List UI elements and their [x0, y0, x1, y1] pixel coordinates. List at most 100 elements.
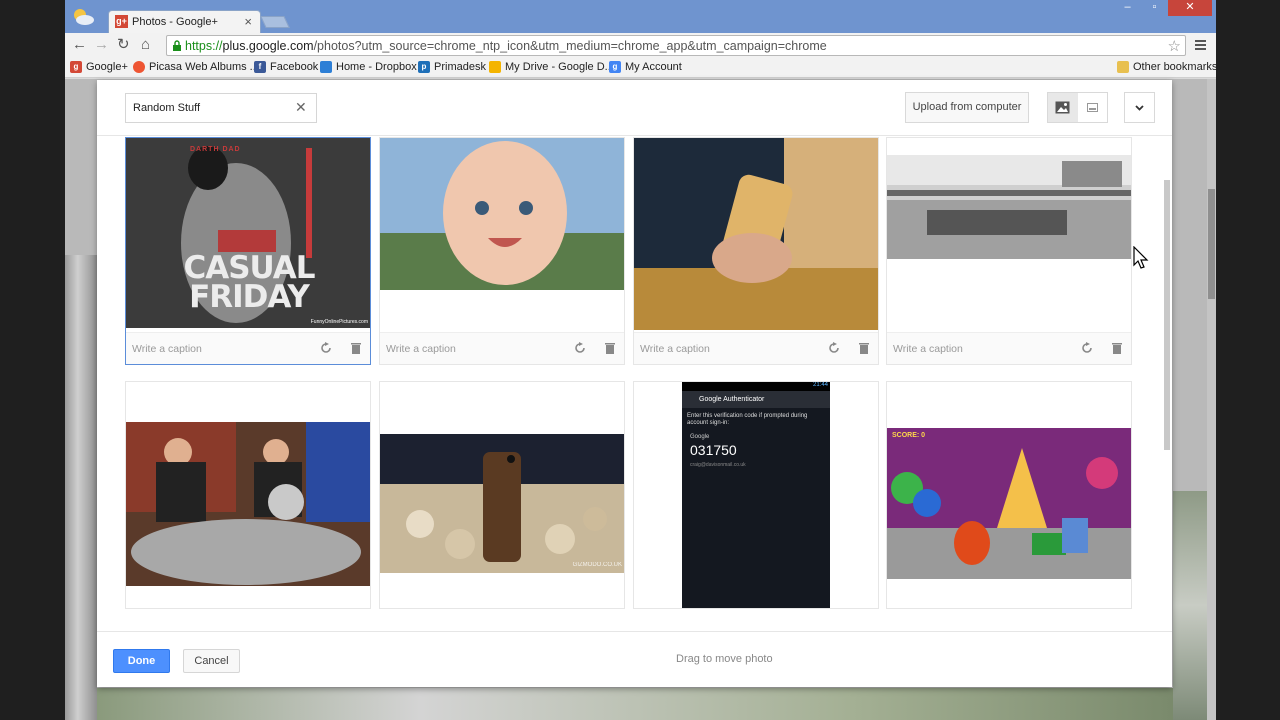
bookmark-item[interactable]: Home - Dropbox — [320, 61, 417, 73]
trash-icon[interactable] — [605, 342, 615, 354]
caption-bar: Write a caption — [634, 332, 878, 364]
photo-card[interactable]: DARTH DAD CASUAL FRIDAY FunnyOnlinePictu… — [125, 137, 371, 365]
photo-thumbnail[interactable] — [126, 422, 370, 586]
photo-text: FunnyOnlinePictures.com — [310, 319, 368, 325]
bookmark-item[interactable]: g My Account — [609, 61, 682, 73]
photo-thumbnail[interactable]: DARTH DAD CASUAL FRIDAY FunnyOnlinePictu… — [126, 138, 370, 328]
dialog-footer: Done Cancel Drag to move photo — [97, 631, 1172, 687]
drag-hint: Drag to move photo — [676, 653, 773, 665]
rotate-icon[interactable] — [574, 342, 586, 354]
account-label: Google — [690, 434, 710, 440]
bookmarks-bar: g Google+ Picasa Web Albums ... f Facebook… — [65, 58, 1217, 78]
photo-thumbnail[interactable]: 21:44 Google Authenticator Enter this ve… — [682, 382, 830, 608]
caption-input[interactable]: Write a caption — [640, 343, 710, 355]
background-photo — [97, 688, 1173, 720]
rotate-icon[interactable] — [828, 342, 840, 354]
weather-icon — [74, 9, 94, 25]
photo-card[interactable]: Write a caption — [886, 137, 1132, 365]
photo-card[interactable]: 21:44 Google Authenticator Enter this ve… — [633, 381, 879, 609]
address-bar[interactable]: https://plus.google.com/photos?utm_sourc… — [166, 35, 1186, 56]
dropbox-icon — [320, 61, 332, 73]
tab-title: Photos - Google+ — [132, 16, 218, 28]
done-button[interactable]: Done — [113, 649, 170, 673]
title-bar: g+ Photos - Google+ × – ▫ ✕ — [65, 0, 1216, 33]
back-icon[interactable]: ← — [72, 37, 87, 53]
google-plus-icon: g — [70, 61, 82, 73]
background-photo — [65, 255, 97, 720]
bookmark-star-icon[interactable]: ☆ — [1168, 37, 1181, 55]
bookmark-item[interactable]: p Primadesk — [418, 61, 486, 73]
bookmark-item[interactable]: g Google+ — [70, 61, 128, 73]
photo-thumbnail[interactable] — [380, 138, 624, 290]
rotate-icon[interactable] — [320, 342, 332, 354]
folder-icon — [1117, 61, 1129, 73]
photo-text: CASUAL FRIDAY — [183, 250, 315, 315]
caption-input[interactable]: Write a caption — [386, 343, 456, 355]
facebook-icon: f — [254, 61, 266, 73]
app-bar: Google Authenticator — [682, 391, 830, 408]
photo-card[interactable]: SCORE: 0 — [886, 381, 1132, 609]
verification-code: 031750 — [690, 442, 737, 458]
dialog-scrollbar[interactable] — [1162, 137, 1172, 631]
picasa-icon — [133, 61, 145, 73]
photo-card[interactable] — [125, 381, 371, 609]
home-icon[interactable]: ⌂ — [141, 37, 150, 53]
photo-card[interactable]: Write a caption — [633, 137, 879, 365]
trash-icon[interactable] — [351, 342, 361, 354]
lock-icon — [173, 40, 181, 51]
view-toggle — [1047, 92, 1108, 123]
url-text: https://plus.google.com/photos?utm_sourc… — [185, 39, 827, 53]
caption-bar: Write a caption — [887, 332, 1131, 364]
scrollbar-thumb[interactable] — [1164, 180, 1170, 450]
caption-input[interactable]: Write a caption — [132, 343, 202, 355]
page-scrollbar[interactable] — [1207, 79, 1216, 720]
primadesk-icon: p — [418, 61, 430, 73]
more-options-button[interactable] — [1124, 92, 1155, 123]
account-email: craig@davisonmail.co.uk — [690, 462, 746, 468]
reload-icon[interactable]: ↻ — [117, 37, 130, 53]
photo-thumbnail[interactable] — [887, 155, 1131, 259]
cancel-button[interactable]: Cancel — [183, 649, 240, 673]
photo-text: GIZMODO.CO.UK — [572, 562, 622, 568]
photo-grid: DARTH DAD CASUAL FRIDAY FunnyOnlinePictu… — [97, 137, 1172, 631]
photo-text: DARTH DAD — [190, 146, 241, 153]
photo-view-icon[interactable] — [1048, 93, 1078, 122]
photo-thumbnail[interactable]: GIZMODO.CO.UK — [380, 434, 624, 573]
bookmark-item[interactable]: My Drive - Google D... — [489, 61, 614, 73]
app-description: Enter this verification code if prompted… — [687, 413, 808, 426]
album-name-input[interactable]: Random Stuff — [125, 93, 317, 123]
tab-photos[interactable]: g+ Photos - Google+ × — [108, 10, 261, 33]
minimize-icon[interactable]: – — [1114, 0, 1141, 16]
caption-bar: Write a caption — [126, 332, 370, 364]
google-icon: g — [609, 61, 621, 73]
caption-input[interactable]: Write a caption — [893, 343, 963, 355]
dialog-header: Random Stuff ✕ Upload from computer — [97, 80, 1172, 136]
caption-bar: Write a caption — [380, 332, 624, 364]
caption-view-icon[interactable] — [1078, 93, 1108, 122]
bookmark-item[interactable]: f Facebook — [254, 61, 318, 73]
photo-thumbnail[interactable]: SCORE: 0 — [887, 428, 1131, 579]
other-bookmarks[interactable]: Other bookmarks — [1117, 61, 1217, 73]
upload-from-computer-button[interactable]: Upload from computer — [905, 92, 1029, 123]
tab-close-icon[interactable]: × — [244, 14, 252, 29]
new-tab-button[interactable] — [260, 16, 290, 28]
window-controls: – ▫ ✕ — [1114, 0, 1212, 16]
trash-icon[interactable] — [859, 342, 869, 354]
drive-icon — [489, 61, 501, 73]
forward-icon[interactable]: → — [94, 37, 109, 53]
window-close-icon[interactable]: ✕ — [1168, 0, 1212, 16]
trash-icon[interactable] — [1112, 342, 1122, 354]
clear-icon[interactable]: ✕ — [295, 99, 307, 116]
scrollbar-thumb[interactable] — [1208, 189, 1215, 299]
rotate-icon[interactable] — [1081, 342, 1093, 354]
photo-card[interactable]: Write a caption — [379, 137, 625, 365]
photo-thumbnail[interactable] — [634, 138, 878, 330]
google-plus-icon: g+ — [115, 15, 128, 28]
maximize-icon[interactable]: ▫ — [1141, 0, 1168, 16]
chrome-menu-icon[interactable] — [1195, 40, 1206, 50]
photo-card[interactable]: GIZMODO.CO.UK — [379, 381, 625, 609]
bookmark-item[interactable]: Picasa Web Albums ... — [133, 61, 259, 73]
edit-album-dialog: Random Stuff ✕ Upload from computer DART… — [97, 80, 1172, 687]
app-title: Google Authenticator — [699, 396, 765, 403]
mouse-cursor-icon — [1133, 246, 1149, 269]
